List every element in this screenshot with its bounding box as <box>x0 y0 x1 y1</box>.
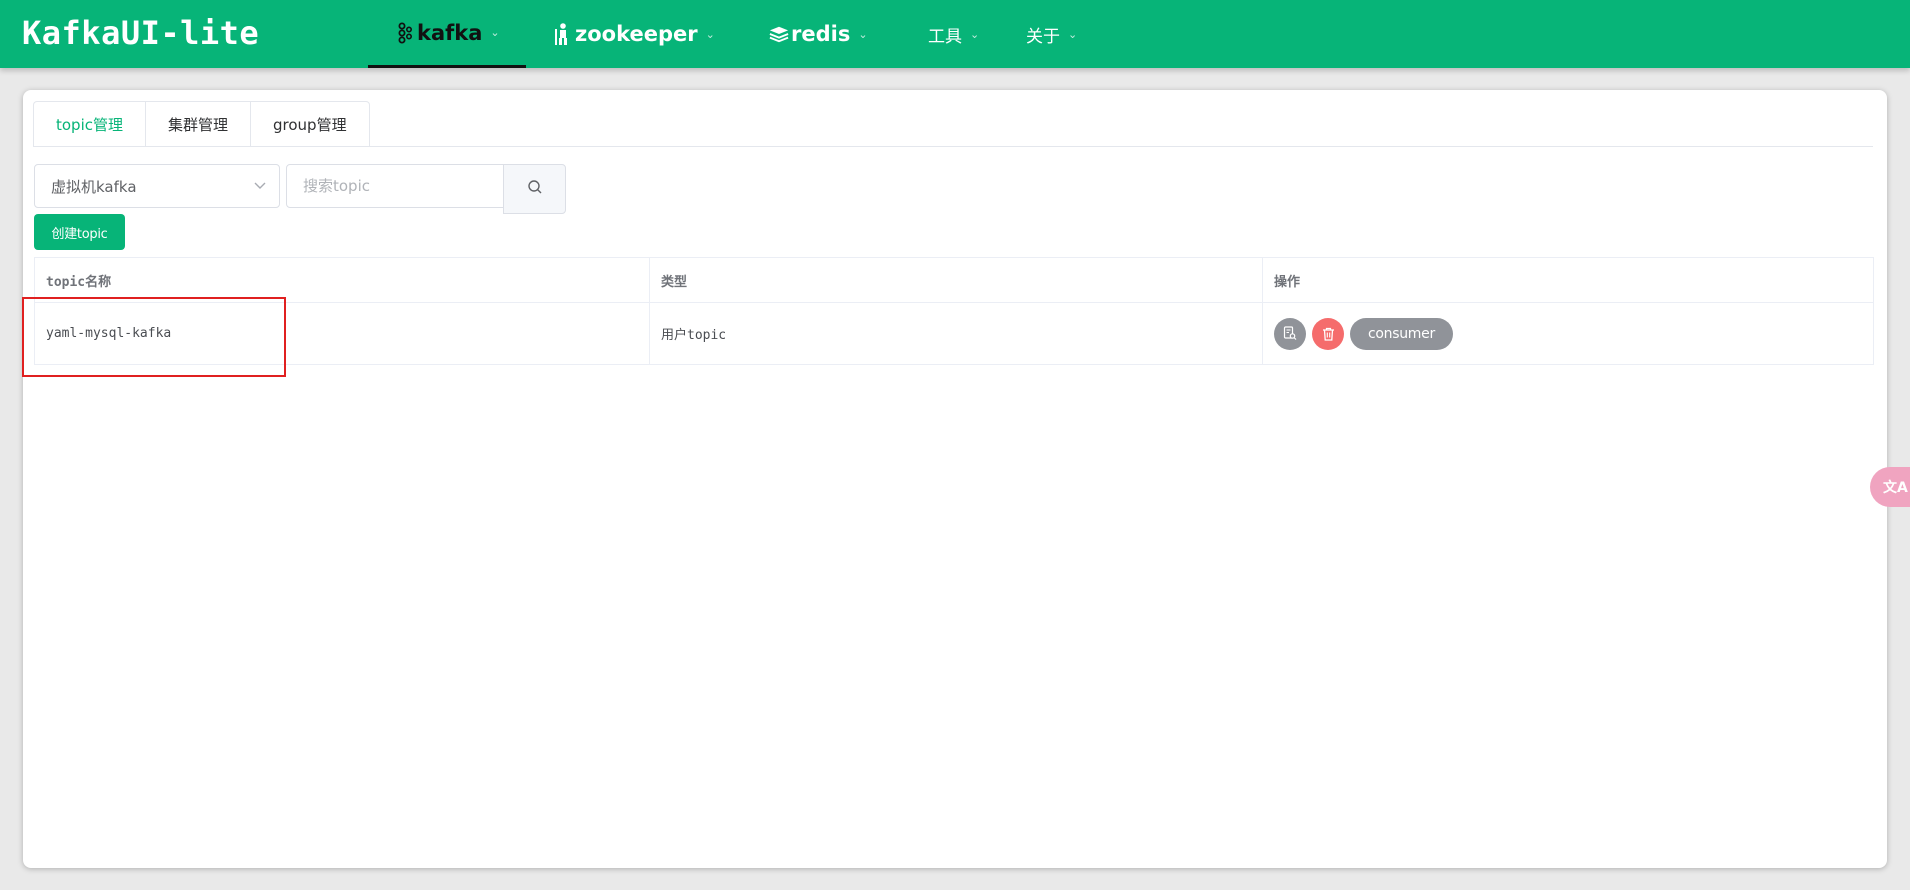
zookeeper-icon <box>553 22 573 46</box>
nav-zookeeper[interactable]: zookeeper ⌄ <box>553 0 715 68</box>
chevron-down-icon <box>253 178 267 192</box>
main-card: topic管理 集群管理 group管理 虚拟机kafka 创建topic to… <box>23 90 1887 868</box>
app-title: KafkaUI-lite <box>22 14 260 52</box>
document-search-icon <box>1283 326 1297 340</box>
create-topic-button[interactable]: 创建topic <box>34 214 125 250</box>
view-topic-button[interactable] <box>1274 317 1306 350</box>
kafka-icon <box>395 21 415 45</box>
nav-about-label: 关于 <box>1026 26 1060 47</box>
table-header: topic名称 类型 操作 <box>35 258 1873 303</box>
nav-about[interactable]: 关于 ⌄ <box>1026 0 1077 68</box>
tab-cluster-management[interactable]: 集群管理 <box>146 101 252 147</box>
chevron-down-icon: ⌄ <box>705 27 715 41</box>
nav-kafka-label: kafka <box>417 20 483 45</box>
translate-icon: 文A <box>1883 480 1908 496</box>
delete-topic-button[interactable] <box>1312 317 1344 350</box>
topic-table: topic名称 类型 操作 yaml-mysql-kafka 用户topic c… <box>34 257 1874 365</box>
nav-tools-label: 工具 <box>928 26 962 47</box>
tab-divider <box>33 146 1873 147</box>
nav-kafka[interactable]: kafka ⌄ <box>368 0 526 68</box>
chevron-down-icon: ⌄ <box>1068 27 1078 41</box>
topic-actions-cell: consumer <box>1262 303 1873 364</box>
nav-tools[interactable]: 工具 ⌄ <box>928 0 979 68</box>
cluster-select-value: 虚拟机kafka <box>51 177 137 196</box>
cluster-select[interactable]: 虚拟机kafka <box>34 164 280 208</box>
nav-redis-label: redis <box>791 22 851 46</box>
header-topic-name[interactable]: topic名称 <box>35 258 649 302</box>
header-actions: 操作 <box>1262 258 1873 302</box>
top-nav-bar: KafkaUI-lite kafka ⌄ zookeeper ⌄ redis ⌄… <box>0 0 1910 68</box>
highlight-box <box>22 297 286 377</box>
chevron-down-icon: ⌄ <box>970 27 980 41</box>
consumer-button[interactable]: consumer <box>1350 317 1453 350</box>
tab-topic-management[interactable]: topic管理 <box>33 101 146 147</box>
trash-icon <box>1322 327 1334 341</box>
search-button[interactable] <box>503 164 566 214</box>
nav-zookeeper-label: zookeeper <box>575 22 698 46</box>
redis-icon <box>769 22 789 46</box>
chevron-down-icon: ⌄ <box>490 26 500 39</box>
translate-widget[interactable]: 文A <box>1870 467 1910 507</box>
chevron-down-icon: ⌄ <box>858 27 868 41</box>
tab-group-management[interactable]: group管理 <box>251 101 370 147</box>
nav-redis[interactable]: redis ⌄ <box>769 0 868 68</box>
topic-search-input[interactable] <box>286 164 504 208</box>
tab-bar: topic管理 集群管理 group管理 <box>33 101 370 147</box>
search-icon <box>527 179 543 199</box>
header-type[interactable]: 类型 <box>649 258 1262 302</box>
table-row: yaml-mysql-kafka 用户topic consumer <box>35 303 1873 364</box>
topic-type-cell: 用户topic <box>649 303 1262 364</box>
